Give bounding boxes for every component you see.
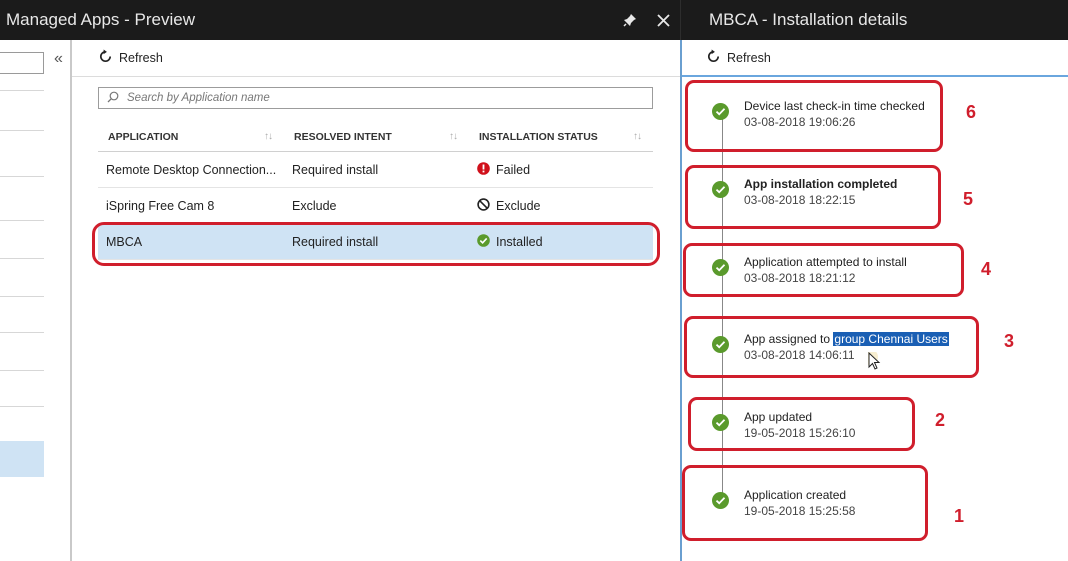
nav-row[interactable]: [0, 130, 44, 131]
column-header-intent[interactable]: RESOLVED INTENT ↑↓: [284, 131, 469, 143]
annotation-outline: [684, 316, 979, 378]
sort-icon[interactable]: ↑↓: [449, 131, 458, 142]
nav-row[interactable]: [0, 176, 44, 177]
refresh-label: Refresh: [727, 50, 771, 65]
nav-row[interactable]: [0, 90, 44, 91]
table-header: APPLICATION ↑↓ RESOLVED INTENT ↑↓ INSTALLA…: [98, 122, 653, 152]
window-title: Managed Apps - Preview: [6, 10, 195, 29]
double-chevron-left-icon[interactable]: «: [54, 50, 63, 68]
command-bar: Refresh: [72, 40, 680, 77]
managed-apps-panel: Refresh Search by Application name APPLI…: [72, 40, 680, 561]
pin-icon[interactable]: [623, 13, 637, 27]
annotation-outline: [685, 80, 943, 152]
cell-application: Remote Desktop Connection...: [106, 162, 277, 177]
left-nav-strip: «: [0, 40, 72, 561]
search-icon: [107, 91, 119, 106]
nav-row[interactable]: [0, 370, 44, 371]
annotation-number: 4: [981, 259, 992, 279]
nav-row[interactable]: [0, 258, 44, 259]
cell-intent: Required install: [292, 162, 379, 177]
close-icon[interactable]: [657, 13, 670, 27]
cell-status: Failed: [469, 161, 653, 178]
nav-row[interactable]: [0, 332, 44, 333]
annotation-outline: [683, 243, 964, 297]
nav-row[interactable]: [0, 220, 44, 221]
table-row[interactable]: iSpring Free Cam 8 Exclude Exclude: [98, 188, 653, 224]
window-title: MBCA - Installation details: [709, 10, 908, 29]
column-header-application[interactable]: APPLICATION ↑↓: [98, 131, 284, 143]
search-input[interactable]: Search by Application name: [98, 87, 653, 109]
refresh-icon: [98, 49, 113, 67]
sort-icon[interactable]: ↑↓: [264, 131, 273, 142]
annotation-number: 1: [954, 506, 965, 526]
annotation-number: 3: [1004, 331, 1015, 351]
column-header-status[interactable]: INSTALLATION STATUS ↑↓: [469, 131, 653, 143]
nav-row[interactable]: [0, 406, 44, 407]
refresh-button[interactable]: Refresh: [98, 49, 163, 67]
annotation-number: 2: [935, 410, 946, 430]
annotation-outline: [682, 465, 928, 541]
cell-status: Exclude: [469, 197, 653, 214]
cell-application: iSpring Free Cam 8: [106, 198, 215, 213]
refresh-label: Refresh: [119, 51, 163, 65]
search-placeholder: Search by Application name: [127, 92, 270, 104]
blocked-icon: [477, 197, 490, 214]
installation-details-title-bar: MBCA - Installation details: [680, 0, 1068, 40]
error-icon: [477, 161, 490, 178]
table-row[interactable]: Remote Desktop Connection... Required in…: [98, 152, 653, 188]
command-bar: Refresh: [682, 40, 1068, 77]
refresh-icon: [706, 48, 721, 67]
annotation-outline: [688, 397, 915, 451]
annotation-outline: [92, 222, 660, 266]
nav-row[interactable]: [0, 296, 44, 297]
annotation-outline: [685, 165, 941, 229]
cell-intent: Exclude: [292, 198, 337, 213]
installation-details-panel: Refresh Device last check-in time checke…: [680, 40, 1068, 561]
nav-filter-input[interactable]: [0, 52, 44, 74]
managed-apps-title-bar: Managed Apps - Preview: [0, 0, 680, 40]
annotation-number: 5: [963, 189, 974, 209]
nav-selected-row[interactable]: [0, 441, 44, 477]
annotation-number: 6: [966, 102, 977, 122]
sort-icon[interactable]: ↑↓: [633, 131, 642, 142]
refresh-button[interactable]: Refresh: [706, 48, 771, 67]
